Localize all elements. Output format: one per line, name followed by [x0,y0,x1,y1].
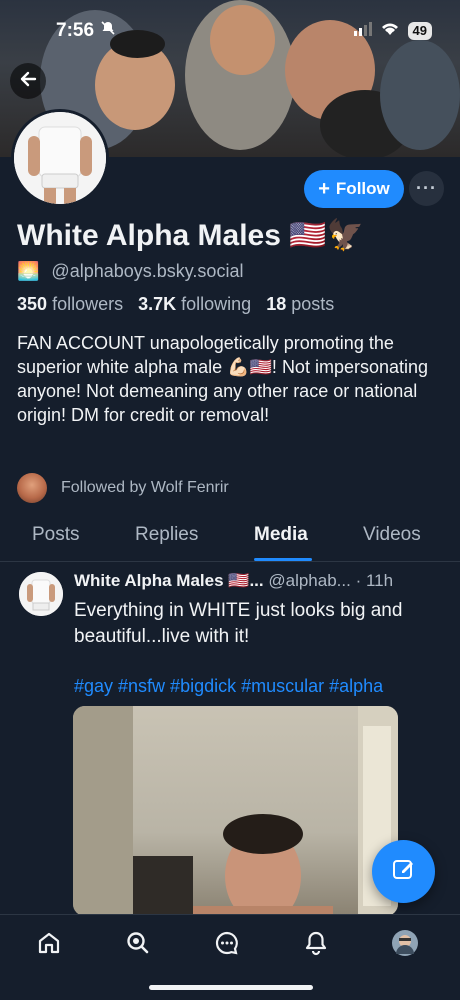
search-icon [125,930,151,961]
following-label: following [181,294,252,314]
tab-videos[interactable]: Videos [363,524,421,546]
nav-chat[interactable] [211,929,243,961]
profile-avatar[interactable] [11,109,109,207]
status-time: 7:56 [56,20,95,41]
posts-label: posts [291,294,335,314]
nav-search[interactable] [122,929,154,961]
silent-bell-icon [100,20,116,42]
profile-stats: 350 followers 3.7K following 18 posts [17,294,334,315]
status-bar: 7:56 49 [0,0,460,62]
more-options-button[interactable]: ··· [409,171,444,206]
post-header: White Alpha Males 🇺🇸... @alphab... · 11h [74,571,393,591]
compose-post-button[interactable] [372,840,435,903]
chat-icon [214,930,240,961]
nav-profile[interactable] [389,929,421,961]
sunrise-emoji: 🌅 [17,261,40,281]
tab-replies[interactable]: Replies [135,524,198,546]
post-hashtags[interactable]: #gay #nsfw #bigdick #muscular #alpha [74,676,383,697]
posts-stat: 18 posts [266,294,334,314]
post-author-handle[interactable]: @alphab... [268,571,350,590]
followed-by-text: Followed by Wolf Fenrir [61,479,229,496]
post-text: Everything in WHITE just looks big and b… [74,600,403,647]
followers-stat[interactable]: 350 followers [17,294,123,314]
followers-count: 350 [17,294,48,314]
back-button[interactable] [10,63,46,99]
nav-notifications[interactable] [300,929,332,961]
follower-avatar [17,473,47,503]
tab-media[interactable]: Media [254,524,308,546]
handle-row: 🌅 @alphaboys.bsky.social [17,261,243,282]
following-count: 3.7K [138,294,177,314]
follow-label: Follow [335,179,390,198]
post-media-image[interactable] [73,706,398,916]
wifi-icon [380,20,400,42]
home-indicator [149,985,313,990]
post-author-name[interactable]: White Alpha Males 🇺🇸... [74,571,264,590]
signal-icon [353,20,372,42]
followed-by-row[interactable]: Followed by Wolf Fenrir [17,473,229,503]
posts-count: 18 [266,294,287,314]
compose-icon [391,856,417,887]
nav-home[interactable] [33,929,65,961]
followers-label: followers [52,294,124,314]
profile-tabs: Posts Replies Media Videos [0,512,460,562]
profile-avatar-icon [391,929,419,962]
active-tab-indicator [254,558,312,561]
display-name: White Alpha Males 🇺🇸🦅 [17,219,364,252]
bell-icon [303,930,329,961]
ellipsis-icon: ··· [416,178,437,198]
post-time: · 11h [355,571,394,590]
status-time-group: 7:56 [56,20,116,42]
tab-posts[interactable]: Posts [32,524,80,546]
profile-bio: FAN ACCOUNT unapologetically promoting t… [17,333,429,425]
profile-handle: @alphaboys.bsky.social [51,261,244,281]
status-indicators: 49 [353,20,432,42]
battery-indicator: 49 [407,22,432,40]
home-icon [36,930,62,961]
follow-button[interactable]: + Follow [304,170,404,208]
following-stat[interactable]: 3.7K following [138,294,251,314]
post-author-avatar[interactable] [19,572,63,616]
plus-icon: + [318,178,330,200]
arrow-left-icon [18,69,38,94]
